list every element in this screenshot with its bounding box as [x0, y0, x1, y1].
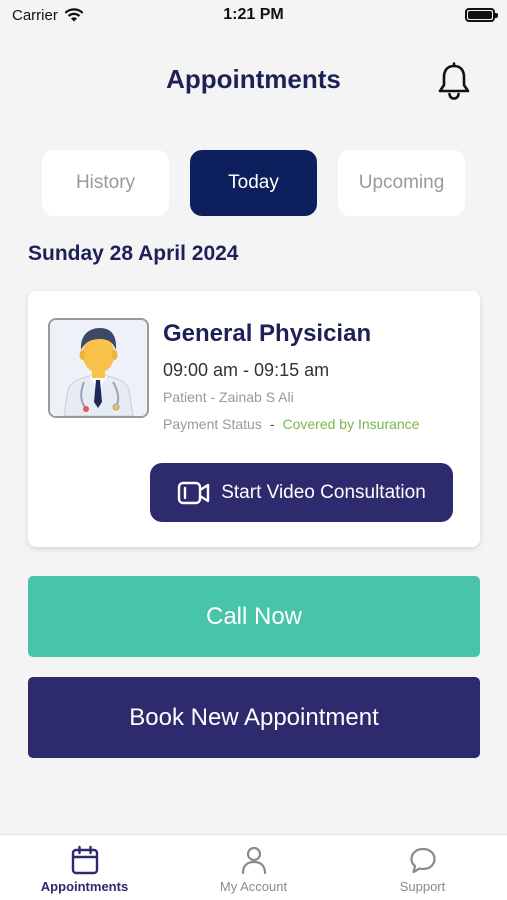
video-camera-icon [178, 481, 210, 504]
nav-support[interactable]: Support [338, 835, 507, 900]
person-icon [241, 846, 266, 875]
nav-my-account[interactable]: My Account [169, 835, 338, 900]
bottom-nav: Appointments My Account Support [0, 834, 507, 900]
tab-history[interactable]: History [42, 150, 169, 216]
header: Appointments [0, 56, 507, 106]
payment-status-row: Payment Status - Covered by Insurance [163, 416, 419, 432]
nav-my-account-label: My Account [219, 879, 288, 894]
carrier-label: Carrier [12, 6, 58, 24]
wifi-icon [64, 8, 84, 22]
status-bar: Carrier 1:21 PM [0, 0, 507, 30]
payment-separator: - [269, 416, 275, 432]
nav-appointments-label: Appointments [40, 879, 129, 894]
calendar-icon [71, 845, 98, 875]
tab-today[interactable]: Today [190, 150, 317, 216]
start-video-button[interactable]: Start Video Consultation [150, 463, 453, 522]
segment-tabs: History Today Upcoming [42, 150, 466, 216]
call-now-button[interactable]: Call Now [28, 576, 480, 657]
patient-name: Patient - Zainab S Ali [163, 389, 294, 405]
start-video-label: Start Video Consultation [221, 481, 426, 503]
specialty-title: General Physician [163, 320, 372, 347]
date-heading: Sunday 28 April 2024 [28, 242, 239, 265]
nav-support-label: Support [399, 879, 446, 894]
doctor-avatar [48, 318, 149, 418]
appointment-card: General Physician 09:00 am - 09:15 am Pa… [28, 291, 480, 547]
payment-status-value: Covered by Insurance [282, 416, 420, 432]
appointment-time: 09:00 am - 09:15 am [163, 360, 330, 380]
chat-bubble-icon [409, 847, 436, 874]
payment-status-label: Payment Status [163, 416, 262, 432]
nav-appointments[interactable]: Appointments [0, 835, 169, 900]
status-left: Carrier [12, 7, 84, 24]
page-title: Appointments [166, 64, 341, 94]
tab-upcoming[interactable]: Upcoming [338, 150, 465, 216]
bell-icon[interactable] [437, 62, 471, 100]
battery-icon [465, 8, 498, 22]
book-appointment-button[interactable]: Book New Appointment [28, 677, 480, 758]
doctor-illustration [50, 320, 147, 416]
